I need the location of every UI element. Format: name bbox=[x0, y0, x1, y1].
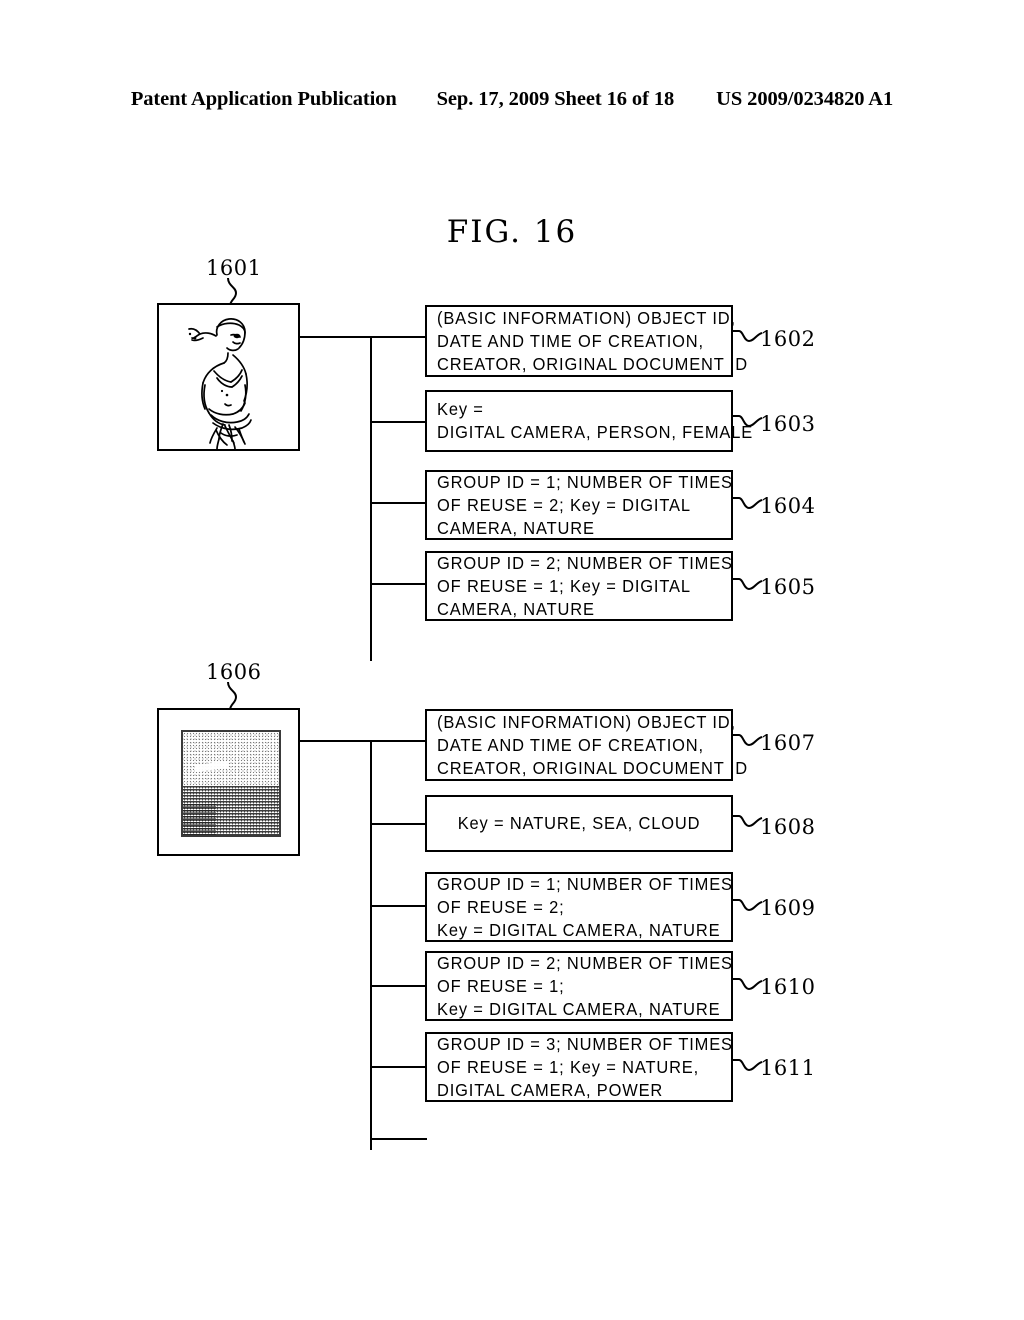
info-line: DIGITAL CAMERA, PERSON, FEMALE bbox=[437, 422, 754, 442]
ref-squiggle-1603 bbox=[733, 415, 763, 428]
info-line: OF REUSE = 2; bbox=[437, 896, 565, 917]
ref-squiggle-1607 bbox=[733, 734, 763, 747]
info-line: DATE AND TIME OF CREATION, bbox=[437, 734, 704, 755]
ref-squiggle-1605 bbox=[733, 578, 763, 591]
info-line: DATE AND TIME OF CREATION, bbox=[437, 330, 704, 351]
info-box-1609[interactable]: GROUP ID = 1; NUMBER OF TIMES OF REUSE =… bbox=[425, 872, 733, 942]
info-box-1604[interactable]: GROUP ID = 1; NUMBER OF TIMES OF REUSE =… bbox=[425, 470, 733, 540]
info-line: CREATOR, ORIGINAL DOCUMENT ID bbox=[437, 353, 748, 374]
branch-line-1610 bbox=[370, 985, 427, 987]
object-label-1601: 1601 bbox=[206, 256, 262, 280]
info-box-1607[interactable]: (BASIC INFORMATION) OBJECT ID, DATE AND … bbox=[425, 709, 748, 781]
trunk-line-group-1601 bbox=[370, 336, 372, 661]
ref-number-1604: 1604 bbox=[760, 494, 816, 518]
info-line: CAMERA, NATURE bbox=[437, 517, 595, 538]
sea-cloud-photo-icon bbox=[181, 730, 281, 837]
info-line: OF REUSE = 1; Key = DIGITAL bbox=[437, 575, 691, 596]
object-thumbnail-1601[interactable] bbox=[157, 303, 300, 451]
branch-line-1605 bbox=[370, 583, 427, 585]
ref-squiggle-1611 bbox=[733, 1059, 763, 1072]
ref-squiggle-1608 bbox=[733, 815, 763, 828]
header-patent-number: US 2009/0234820 A1 bbox=[716, 88, 894, 110]
page-header: Patent Application Publication Sep. 17, … bbox=[0, 88, 1024, 111]
branch-line-1611 bbox=[370, 1066, 427, 1068]
ref-number-1605: 1605 bbox=[760, 575, 816, 599]
header-publication: Patent Application Publication bbox=[130, 88, 397, 110]
ref-number-1608: 1608 bbox=[760, 815, 816, 839]
info-line: GROUP ID = 1; NUMBER OF TIMES bbox=[437, 471, 733, 492]
trunk-line-group-1606 bbox=[370, 740, 372, 1150]
ref-number-1607: 1607 bbox=[760, 731, 816, 755]
figure-title: FIG. 16 bbox=[446, 214, 578, 250]
photo-shadow-region bbox=[183, 804, 216, 835]
ref-squiggle-1609 bbox=[733, 899, 763, 912]
connector-1601-to-trunk bbox=[300, 336, 372, 338]
info-line: (BASIC INFORMATION) OBJECT ID, bbox=[437, 711, 736, 732]
info-line: CAMERA, NATURE bbox=[437, 598, 595, 619]
ref-squiggle-1602 bbox=[733, 330, 763, 343]
leader-line-1606 bbox=[227, 682, 238, 710]
ref-number-1609: 1609 bbox=[760, 896, 816, 920]
info-line: (BASIC INFORMATION) OBJECT ID, bbox=[437, 307, 736, 328]
info-line: CREATOR, ORIGINAL DOCUMENT ID bbox=[437, 757, 748, 778]
branch-line-1609 bbox=[370, 905, 427, 907]
header-date-sheet: Sep. 17, 2009 Sheet 16 of 18 bbox=[436, 88, 675, 110]
info-box-1603[interactable]: Key = DIGITAL CAMERA, PERSON, FEMALE bbox=[425, 390, 754, 452]
branch-line-1607 bbox=[370, 740, 427, 742]
object-label-1606: 1606 bbox=[206, 660, 262, 684]
branch-line-1608 bbox=[370, 823, 427, 825]
info-line: OF REUSE = 1; bbox=[437, 975, 565, 996]
patent-figure-page: Patent Application Publication Sep. 17, … bbox=[0, 0, 1024, 1320]
ref-number-1603: 1603 bbox=[760, 412, 816, 436]
info-line: GROUP ID = 1; NUMBER OF TIMES bbox=[437, 873, 733, 894]
info-box-1610[interactable]: GROUP ID = 2; NUMBER OF TIMES OF REUSE =… bbox=[425, 951, 733, 1021]
connector-1606-to-trunk bbox=[300, 740, 372, 742]
info-line: Key = NATURE, SEA, CLOUD bbox=[457, 813, 701, 833]
info-box-1602[interactable]: (BASIC INFORMATION) OBJECT ID, DATE AND … bbox=[425, 305, 748, 377]
branch-line-1603 bbox=[370, 421, 427, 423]
info-line: GROUP ID = 2; NUMBER OF TIMES bbox=[437, 952, 733, 973]
person-sketch-icon bbox=[159, 305, 298, 449]
info-line: Key = DIGITAL CAMERA, NATURE bbox=[437, 998, 721, 1019]
info-line: OF REUSE = 1; Key = NATURE, bbox=[437, 1056, 700, 1077]
info-box-1608[interactable]: Key = NATURE, SEA, CLOUD bbox=[425, 795, 733, 852]
ref-number-1610: 1610 bbox=[760, 975, 816, 999]
info-line: Key = bbox=[437, 399, 484, 419]
info-line: GROUP ID = 2; NUMBER OF TIMES bbox=[437, 552, 733, 573]
info-line: OF REUSE = 2; Key = DIGITAL bbox=[437, 494, 691, 515]
info-box-1611[interactable]: GROUP ID = 3; NUMBER OF TIMES OF REUSE =… bbox=[425, 1032, 733, 1102]
ref-number-1611: 1611 bbox=[760, 1056, 816, 1080]
ref-squiggle-1610 bbox=[733, 978, 763, 991]
info-box-1605[interactable]: GROUP ID = 2; NUMBER OF TIMES OF REUSE =… bbox=[425, 551, 733, 621]
ref-number-1602: 1602 bbox=[760, 327, 816, 351]
branch-line-1604 bbox=[370, 502, 427, 504]
info-line: Key = DIGITAL CAMERA, NATURE bbox=[437, 919, 721, 940]
photo-sky-region bbox=[183, 732, 279, 786]
info-line: GROUP ID = 3; NUMBER OF TIMES bbox=[437, 1033, 733, 1054]
branch-line-1602 bbox=[370, 336, 427, 338]
leader-line-1601 bbox=[227, 278, 238, 306]
branch-line-continuation bbox=[370, 1138, 427, 1140]
ref-squiggle-1604 bbox=[733, 497, 763, 510]
info-line: DIGITAL CAMERA, POWER bbox=[437, 1079, 664, 1100]
object-thumbnail-1606[interactable] bbox=[157, 708, 300, 856]
